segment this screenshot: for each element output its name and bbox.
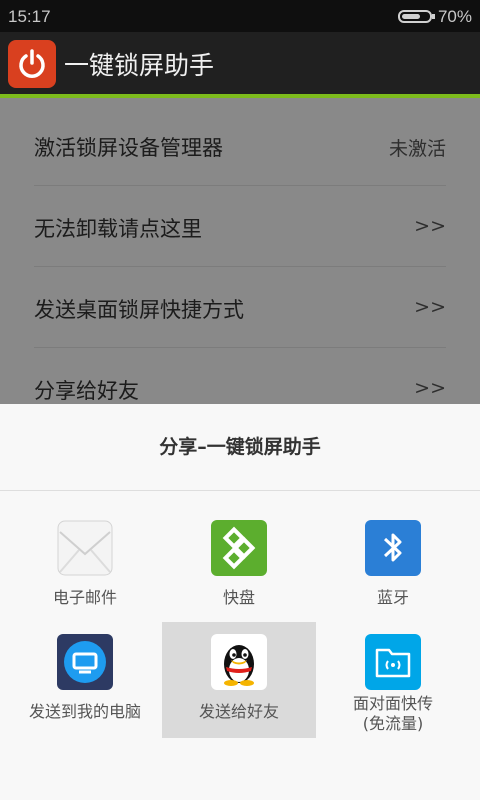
share-item-label: 蓝牙 — [376, 588, 409, 607]
share-sheet: 分享–一键锁屏助手 电子邮件 快盘 蓝牙 发送到我的电脑 发送给好友 面对面快传… — [0, 404, 480, 800]
share-item-label: 面对面快传 (免流量) — [352, 694, 433, 733]
share-item-email[interactable]: 电子邮件 — [8, 508, 162, 624]
share-item-my-computer[interactable]: 发送到我的电脑 — [8, 622, 162, 738]
battery-icon — [398, 10, 435, 23]
share-item-label: 发送到我的电脑 — [28, 702, 141, 721]
bluetooth-icon — [365, 520, 421, 576]
status-bar: 15:17 70% — [0, 0, 480, 32]
status-time: 15:17 — [8, 7, 51, 26]
share-item-bluetooth[interactable]: 蓝牙 — [316, 508, 470, 624]
share-item-kuaipan[interactable]: 快盘 — [162, 508, 316, 624]
qq-icon — [211, 634, 267, 690]
share-item-label: 快盘 — [222, 588, 255, 607]
app-bar: 一键锁屏助手 — [0, 32, 480, 98]
power-icon — [8, 40, 56, 88]
computer-icon — [57, 634, 113, 690]
file-transfer-icon — [365, 634, 421, 690]
app-title: 一键锁屏助手 — [64, 51, 215, 80]
battery-percent: 70% — [437, 7, 472, 26]
kuaipan-icon — [211, 520, 267, 576]
divider — [0, 490, 480, 491]
share-item-label: 发送给好友 — [198, 702, 279, 721]
mail-icon — [57, 520, 113, 576]
share-item-qq-friend[interactable]: 发送给好友 — [162, 622, 316, 738]
share-item-label: 电子邮件 — [52, 588, 117, 607]
share-sheet-title: 分享–一键锁屏助手 — [159, 436, 321, 458]
share-item-face-to-face[interactable]: 面对面快传 (免流量) — [316, 622, 470, 738]
